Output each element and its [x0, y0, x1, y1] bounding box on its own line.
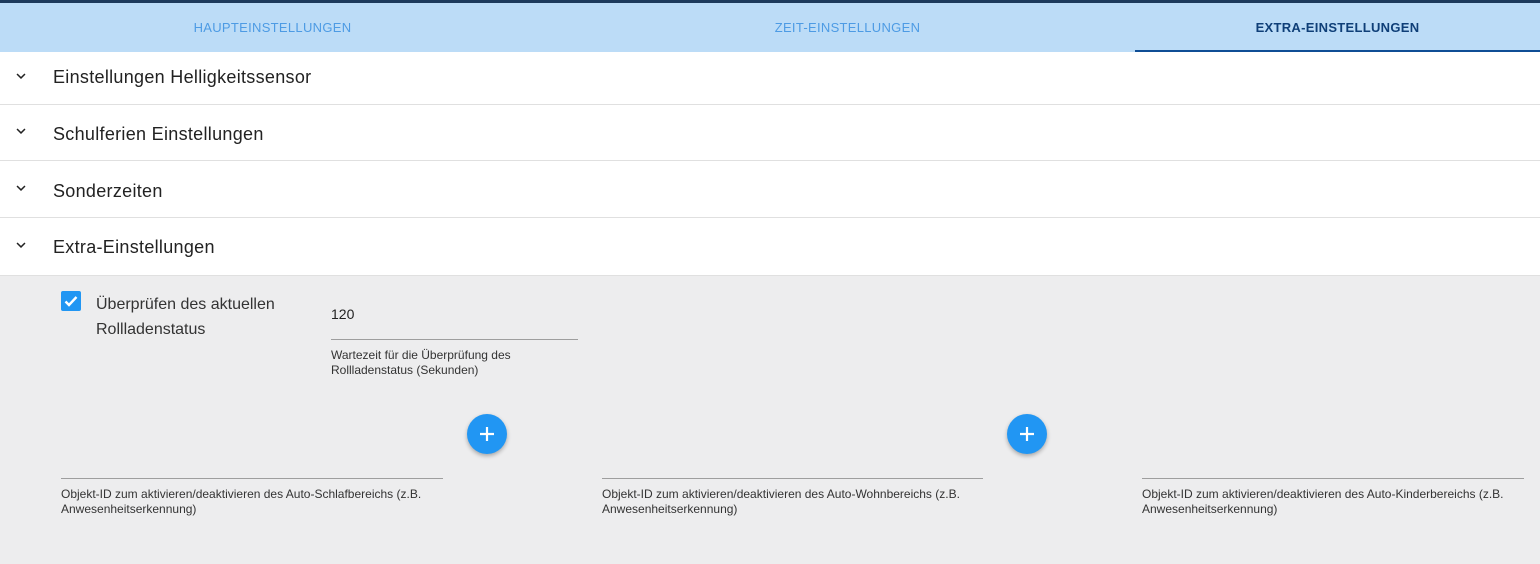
schlafbereich-helper: Objekt-ID zum aktivieren/deaktivieren de… — [61, 487, 422, 516]
wait-time-underline — [331, 339, 578, 340]
chevron-down-icon — [16, 185, 26, 191]
tab-label: EXTRA-EINSTELLUNGEN — [1255, 20, 1420, 35]
chevron-down-icon — [16, 242, 26, 248]
check-status-label: Überprüfen des aktuellen Rollladenstatus — [96, 296, 275, 338]
tab-zeit-einstellungen[interactable]: ZEIT-EINSTELLUNGEN — [575, 3, 1120, 52]
wait-time-input[interactable]: 120 — [331, 306, 354, 322]
tab-bar: HAUPTEINSTELLUNGEN ZEIT-EINSTELLUNGEN EX… — [0, 3, 1540, 52]
chevron-down-icon — [16, 73, 26, 79]
tab-label: HAUPTEINSTELLUNGEN — [193, 20, 352, 35]
checkmark-icon — [64, 296, 78, 307]
wohnbereich-input[interactable] — [602, 478, 983, 479]
panel-schulferien[interactable]: Schulferien Einstellungen — [0, 105, 1540, 161]
panel-title: Extra-Einstellungen — [53, 237, 215, 257]
schlafbereich-input[interactable] — [61, 478, 443, 479]
kinderbereich-input[interactable] — [1142, 478, 1524, 479]
add-schlafbereich-button[interactable] — [467, 414, 507, 454]
panel-extra-einstellungen[interactable]: Extra-Einstellungen — [0, 218, 1540, 276]
add-icon — [480, 427, 494, 441]
wohnbereich-helper: Objekt-ID zum aktivieren/deaktivieren de… — [602, 487, 960, 516]
tab-haupteinstellungen[interactable]: HAUPTEINSTELLUNGEN — [0, 3, 545, 52]
check-status-checkbox[interactable] — [61, 291, 81, 311]
kinderbereich-helper: Objekt-ID zum aktivieren/deaktivieren de… — [1142, 487, 1504, 516]
chevron-down-icon — [16, 128, 26, 134]
add-icon — [1020, 427, 1034, 441]
panel-title: Einstellungen Helligkeitssensor — [53, 67, 312, 87]
wait-time-helper: Wartezeit für die Überprüfung des Rollla… — [331, 348, 511, 377]
panel-sonderzeiten[interactable]: Sonderzeiten — [0, 161, 1540, 218]
panel-helligkeitssensor[interactable]: Einstellungen Helligkeitssensor — [0, 52, 1540, 105]
panel-title: Sonderzeiten — [53, 181, 163, 201]
tab-label: ZEIT-EINSTELLUNGEN — [774, 20, 921, 35]
panel-title: Schulferien Einstellungen — [53, 124, 264, 144]
tab-extra-einstellungen[interactable]: EXTRA-EINSTELLUNGEN — [1135, 3, 1540, 52]
add-wohnbereich-button[interactable] — [1007, 414, 1047, 454]
